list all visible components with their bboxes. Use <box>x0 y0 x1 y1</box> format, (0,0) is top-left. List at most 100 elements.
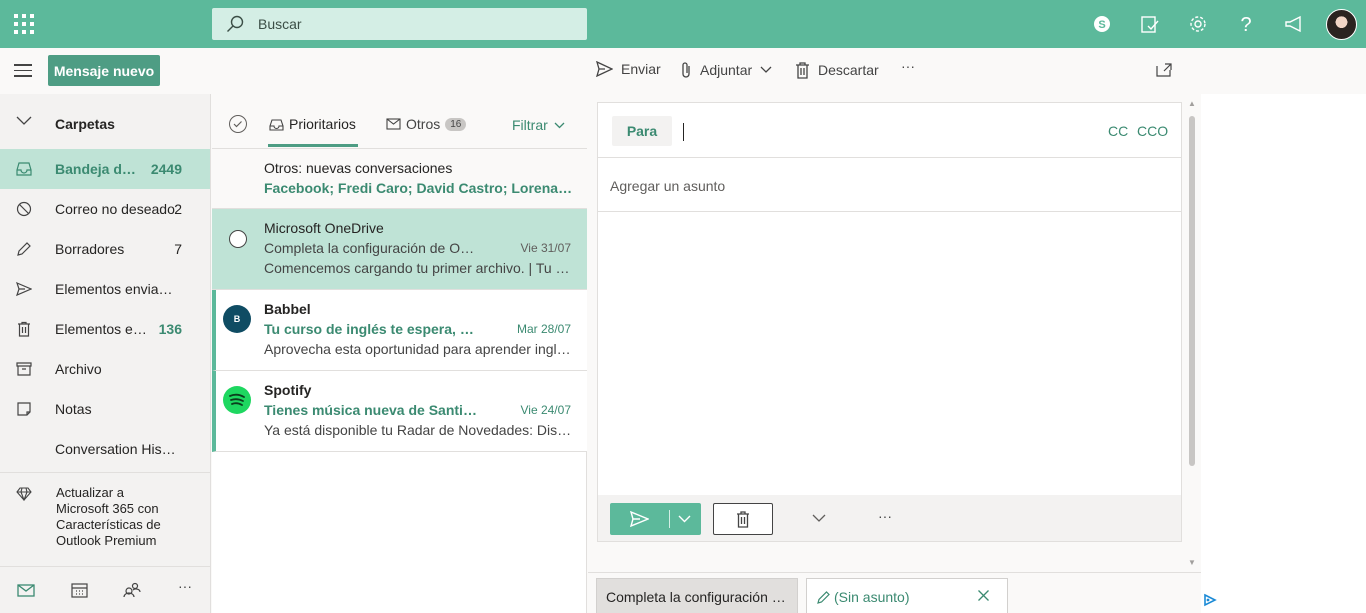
discard-button[interactable] <box>713 503 773 535</box>
message-preview: Comencemos cargando tu primer archivo. |… <box>264 260 572 276</box>
attach-command-button[interactable]: Adjuntar <box>680 61 772 79</box>
tab-focused[interactable]: Prioritarios <box>269 116 356 132</box>
chevron-down-icon <box>554 122 565 128</box>
banner-senders: Facebook; Fredi Caro; David Castro; Lore… <box>264 180 574 196</box>
chevron-down-icon <box>16 116 32 125</box>
skype-icon[interactable]: S <box>1090 12 1114 36</box>
message-preview: Aprovecha esta oportunidad para aprender… <box>264 341 572 357</box>
compose-more-button[interactable]: ··· <box>878 508 892 524</box>
tab-other[interactable]: Otros 16 <box>386 116 467 132</box>
chevron-down-icon[interactable] <box>678 515 691 523</box>
app-launcher-icon[interactable] <box>13 13 35 35</box>
calendar-icon[interactable] <box>69 581 89 599</box>
folder-item-archive[interactable]: Archivo <box>0 349 210 389</box>
select-message-radio[interactable] <box>229 230 247 248</box>
folder-pane: Carpetas Bandeja de entrada 2449 Correo … <box>0 94 211 613</box>
megaphone-icon[interactable] <box>1282 12 1306 36</box>
compose-toolbar: ··· <box>598 495 1181 541</box>
folders-header[interactable]: Carpetas <box>0 104 211 144</box>
message-date: Vie 24/07 <box>520 403 572 417</box>
search-input[interactable]: Buscar <box>212 8 587 40</box>
send-split-divider <box>669 510 670 528</box>
to-input-caret[interactable] <box>683 123 684 141</box>
list-item[interactable]: B Babbel Tu curso de inglés te espera, a… <box>212 290 587 371</box>
send-icon <box>630 511 649 527</box>
list-item[interactable]: Microsoft OneDrive Completa la configura… <box>212 209 587 290</box>
banner-title: Otros: nuevas conversaciones <box>264 160 453 176</box>
mail-icon[interactable] <box>16 581 36 599</box>
filter-label: Filtrar <box>512 117 548 133</box>
send-icon <box>596 61 613 77</box>
folder-item-deleted[interactable]: Elementos eliminados 136 <box>0 309 210 349</box>
folder-item-drafts[interactable]: Borradores 7 <box>0 229 210 269</box>
diamond-icon <box>16 487 32 501</box>
people-icon[interactable] <box>122 581 142 599</box>
more-apps-button[interactable]: ··· <box>175 577 195 595</box>
gear-icon[interactable] <box>1186 12 1210 36</box>
folder-item-inbox[interactable]: Bandeja de entrada 2449 <box>0 149 210 189</box>
filter-button[interactable]: Filtrar <box>512 117 565 133</box>
message-preview: Ya está disponible tu Radar de Novedades… <box>264 422 572 438</box>
close-icon[interactable] <box>977 589 990 602</box>
upgrade-text: Actualizar a Microsoft 365 con Caracterí… <box>56 485 161 548</box>
scroll-down-arrow[interactable]: ▼ <box>1187 558 1197 567</box>
draft-tabs-bar: Completa la configuración de OneDrive (S… <box>588 572 1201 613</box>
folder-item-junk[interactable]: Correo no deseado 2 <box>0 189 210 229</box>
more-label: ··· <box>901 58 915 74</box>
help-icon[interactable]: ? <box>1234 12 1258 36</box>
folder-count: 2 <box>174 201 182 217</box>
chevron-down-icon[interactable] <box>812 514 826 522</box>
inbox-icon <box>16 162 32 176</box>
folder-item-sent[interactable]: Elementos enviados <box>0 269 210 309</box>
folder-label: Correo no deseado <box>55 201 175 217</box>
to-row: Para CC CCO <box>598 103 1181 158</box>
send-button[interactable] <box>610 503 701 535</box>
subject-placeholder: Agregar un asunto <box>610 178 726 194</box>
other-conversations-banner[interactable]: Otros: nuevas conversaciones Facebook; F… <box>212 149 587 209</box>
discard-command-button[interactable]: Descartar <box>795 61 879 79</box>
new-message-button[interactable]: Mensaje nuevo <box>48 55 160 86</box>
subject-field[interactable]: Agregar un asunto <box>598 158 1181 212</box>
message-subject: Tu curso de inglés te espera, ahora con … <box>264 321 479 337</box>
message-sender: Microsoft OneDrive <box>264 220 384 236</box>
folder-count: 136 <box>158 321 182 337</box>
tab-other-count-badge: 16 <box>445 117 467 131</box>
todo-icon[interactable] <box>1138 12 1162 36</box>
send-command-button[interactable]: Enviar <box>596 61 661 77</box>
upgrade-banner[interactable]: Actualizar a Microsoft 365 con Caracterí… <box>0 472 210 552</box>
hamburger-menu-icon[interactable] <box>14 64 32 78</box>
bcc-button[interactable]: CCO <box>1137 123 1168 139</box>
folder-item-conversation-history[interactable]: Conversation History <box>0 429 210 469</box>
command-bar: Mensaje nuevo Enviar Adjuntar Descartar … <box>0 48 1366 94</box>
adchoices-icon[interactable] <box>1203 593 1217 607</box>
spotify-logo-icon <box>223 386 251 414</box>
cc-button[interactable]: CC <box>1108 123 1128 139</box>
junk-icon <box>16 201 32 217</box>
folder-count: 2449 <box>150 161 182 177</box>
paperclip-icon <box>682 62 690 78</box>
mail-icon <box>386 118 401 130</box>
scroll-up-arrow[interactable]: ▲ <box>1187 99 1197 108</box>
message-list: Prioritarios Otros 16 Filtrar Otros: nue… <box>212 94 587 613</box>
folder-item-notes[interactable]: Notas <box>0 389 210 429</box>
scrollbar[interactable] <box>1189 116 1195 466</box>
more-options-button[interactable]: ··· <box>901 58 915 74</box>
to-button[interactable]: Para <box>612 116 672 146</box>
list-item[interactable]: Spotify Tienes música nueva de Santiago … <box>212 371 587 452</box>
sender-avatar: B <box>223 305 251 333</box>
draft-tab-onedrive[interactable]: Completa la configuración de OneDrive <box>596 578 798 613</box>
archive-icon <box>16 362 32 376</box>
discard-label: Descartar <box>818 62 879 78</box>
draft-tab-no-subject[interactable]: (Sin asunto) <box>806 578 1008 613</box>
pop-out-icon[interactable] <box>1156 63 1172 77</box>
avatar[interactable] <box>1326 9 1357 40</box>
message-sender: Spotify <box>264 382 312 398</box>
select-all-checkbox[interactable] <box>229 115 247 133</box>
message-list-header: Prioritarios Otros 16 Filtrar <box>212 94 587 149</box>
trash-icon <box>737 510 749 528</box>
folder-label: Bandeja de entrada <box>55 161 139 177</box>
active-tab-indicator <box>268 144 358 147</box>
draft-tab-label: (Sin asunto) <box>834 589 910 605</box>
top-bar: Buscar S ? <box>0 0 1366 48</box>
message-date: Mar 28/07 <box>516 322 571 336</box>
